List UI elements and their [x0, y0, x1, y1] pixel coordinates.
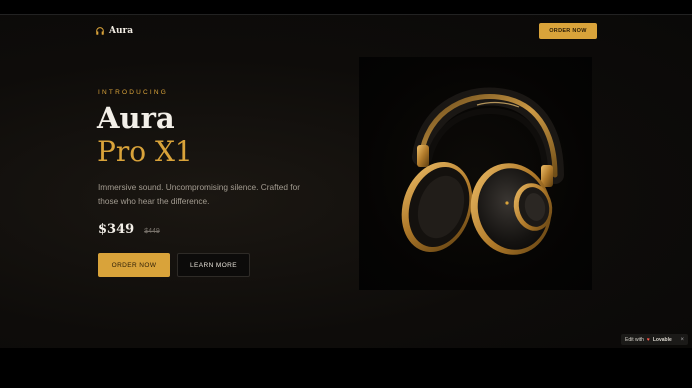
headphones-image [401, 87, 564, 255]
badge-prefix: Edit with [625, 336, 644, 343]
close-icon[interactable]: × [680, 337, 684, 343]
headphones-icon [96, 27, 104, 35]
product-image-panel [359, 57, 592, 290]
badge-brand: Lovable [652, 336, 672, 343]
hero-eyebrow: INTRODUCING [98, 89, 169, 96]
nav-order-now-button[interactable]: ORDER NOW [539, 23, 597, 39]
top-bar [0, 0, 692, 14]
learn-more-button[interactable]: LEARN MORE [177, 253, 250, 277]
hero-title-line2: Pro X1 [97, 135, 193, 168]
bottom-bar [0, 348, 692, 388]
edit-with-lovable-badge[interactable]: Edit with ♥ Lovable × [621, 334, 688, 345]
hero-description: Immersive sound. Uncompromising silence.… [98, 182, 300, 206]
price-row: $349 $449 [98, 222, 160, 237]
hero-title-line1: Aura [97, 101, 175, 135]
hero-order-now-button[interactable]: ORDER NOW [98, 253, 170, 277]
heart-icon: ♥ [646, 336, 650, 343]
brand-name: Aura [109, 26, 134, 36]
brand-logo[interactable]: Aura [95, 26, 133, 36]
current-price: $349 [98, 222, 135, 237]
old-price: $449 [144, 228, 160, 235]
